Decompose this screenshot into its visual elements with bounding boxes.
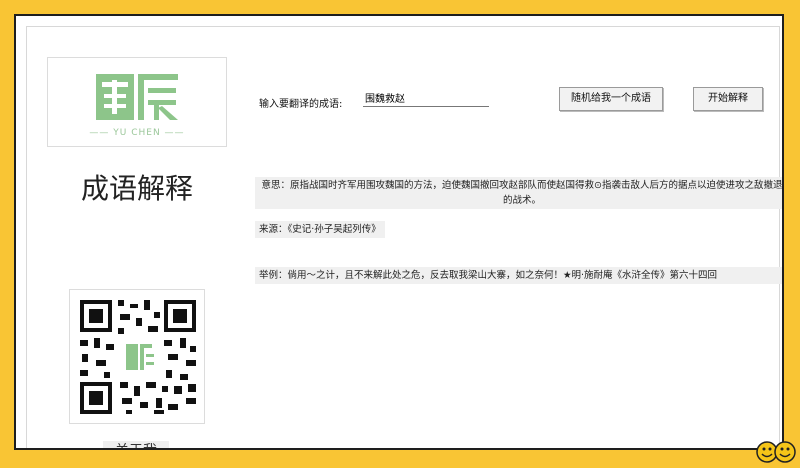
smiley-face-icon — [756, 441, 796, 463]
start-explain-button[interactable]: 开始解释 — [693, 87, 763, 111]
qr-code-icon — [80, 300, 196, 414]
about-me-link[interactable]: 关于我 — [103, 441, 169, 448]
source-text: 来源：《史记·孙子吴起列传》 — [255, 221, 385, 238]
idiom-input[interactable] — [363, 89, 489, 107]
example-text: 举例：倘用～之计，且不来解此处之危，反去取我梁山大寨，如之奈何！★明·施耐庵《水… — [255, 267, 782, 284]
random-idiom-button[interactable]: 随机给我一个成语 — [559, 87, 663, 111]
logo-box: —— YU CHEN —— — [47, 57, 227, 147]
content-panel: —— YU CHEN —— 成语解释 输入要翻译的成语: 围魏救赵 随机给我一个… — [26, 26, 782, 448]
page-title: 成语解释 — [80, 172, 193, 205]
idiom-input-label: 输入要翻译的成语: — [259, 99, 343, 110]
meaning-text: 意思：原指战国时齐军用围攻魏国的方法，迫使魏国撤回攻赵部队而使赵国得救⊙指袭击敌… — [255, 177, 782, 209]
logo-icon — [96, 74, 178, 120]
app-window: —— YU CHEN —— 成语解释 输入要翻译的成语: 围魏救赵 随机给我一个… — [14, 14, 784, 450]
logo-subtitle: —— YU CHEN —— — [89, 128, 185, 138]
qr-code — [69, 289, 205, 424]
